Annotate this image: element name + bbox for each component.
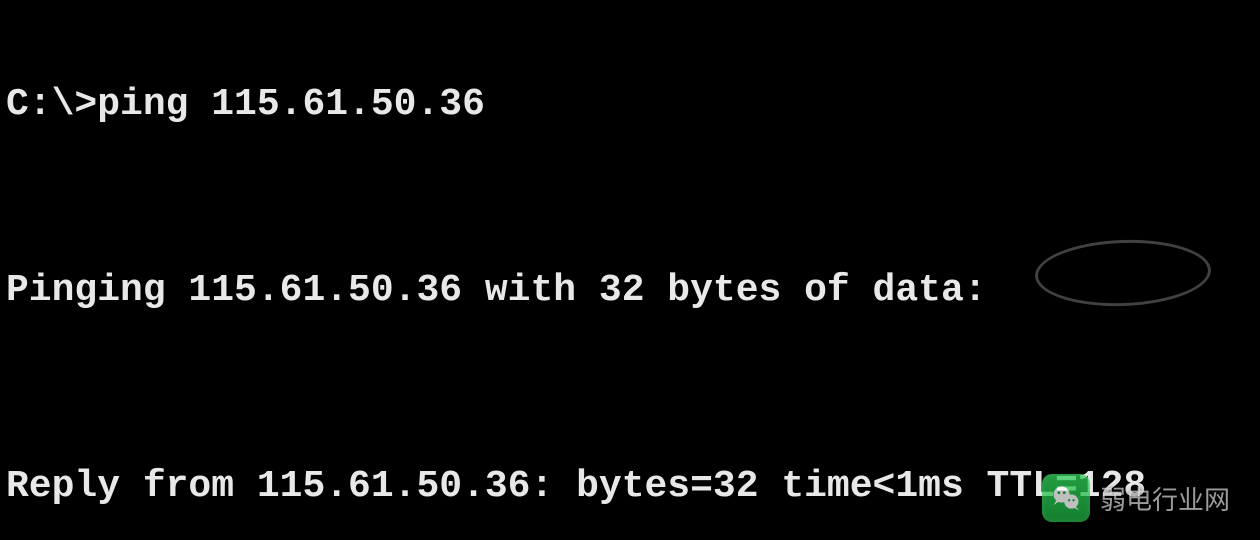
command-text: ping 115.61.50.36	[97, 83, 485, 126]
prompt: C:\>	[6, 83, 97, 126]
prompt-line: C:\>ping 115.61.50.36	[6, 86, 1146, 124]
terminal-output: C:\>ping 115.61.50.36 Pinging 115.61.50.…	[6, 10, 1146, 540]
status-line: Pinging 115.61.50.36 with 32 bytes of da…	[6, 272, 1146, 310]
reply-line: Reply from 115.61.50.36: bytes=32 time<1…	[6, 468, 1146, 506]
